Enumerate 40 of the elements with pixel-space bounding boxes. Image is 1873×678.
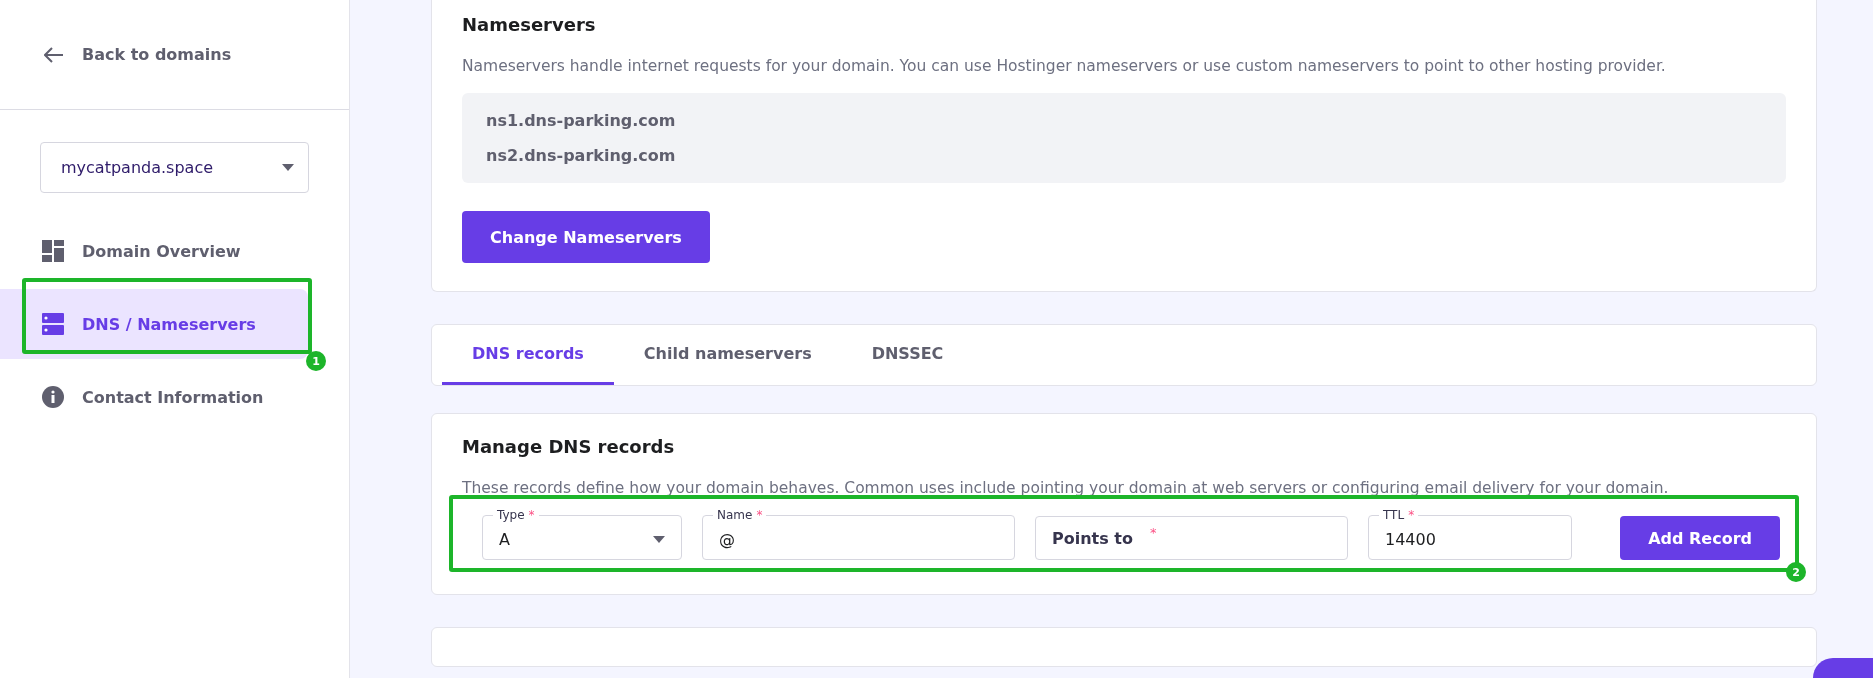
field-label: Name * (716, 507, 764, 523)
input-field[interactable]: Points to * (1035, 516, 1348, 560)
required-mark: * (1408, 508, 1415, 522)
sidebar-item[interactable]: Contact Information (0, 367, 308, 427)
section-title: Nameservers (462, 14, 597, 35)
required-mark: * (756, 508, 763, 522)
info-icon (42, 386, 64, 408)
field-placeholder: Points to (1052, 528, 1133, 548)
step-badge: 1 (306, 351, 326, 371)
section-description: Nameservers handle internet requests for your domain. You can use Hostinger nameservers or use custom nameservers to point to other hosting provider. (462, 57, 1667, 75)
nameserver-entry: ns1.dns-parking.com (485, 110, 677, 132)
caret-icon (282, 164, 294, 171)
nameserver-entry: ns2.dns-parking.com (485, 145, 677, 167)
caret-icon (653, 535, 665, 543)
section-description: These records define how your domain behaves. Common uses include pointing your domain at web servers or configuring email delivery for your domain. (462, 479, 1670, 497)
back-link[interactable]: Back to domains (0, 0, 349, 110)
add-record-button[interactable]: Add Record (1620, 516, 1780, 560)
chat-bubble[interactable] (1813, 658, 1873, 678)
field-label: TTL * (1382, 507, 1416, 523)
server-icon (42, 313, 64, 335)
input-field[interactable]: TTL * 14400 (1368, 507, 1572, 560)
tab[interactable]: DNS records (442, 325, 614, 385)
back-arrow-icon (44, 46, 64, 63)
sidebar-item[interactable]: DNS / Nameservers (0, 289, 308, 359)
step-badge: 2 (1786, 562, 1806, 582)
field-label: Type * (496, 507, 536, 523)
type-select[interactable]: Type * A (482, 507, 682, 560)
change-nameservers-button[interactable]: Change Nameservers (462, 211, 710, 263)
field-value: 14400 (1385, 529, 1436, 549)
section-title: Manage DNS records (462, 436, 676, 457)
domain-select[interactable]: mycatpanda.space (40, 142, 309, 193)
required-mark: * (528, 508, 535, 522)
sidebar-item[interactable]: Domain Overview (0, 221, 308, 281)
tab[interactable]: DNSSEC (841, 325, 974, 385)
tab[interactable]: Child nameservers (613, 325, 842, 385)
required-mark: * (1150, 525, 1157, 540)
input-field[interactable]: Name * @ (702, 507, 1015, 560)
dashboard-icon (42, 240, 64, 262)
field-value: @ (719, 529, 735, 549)
field-value: A (499, 529, 510, 549)
